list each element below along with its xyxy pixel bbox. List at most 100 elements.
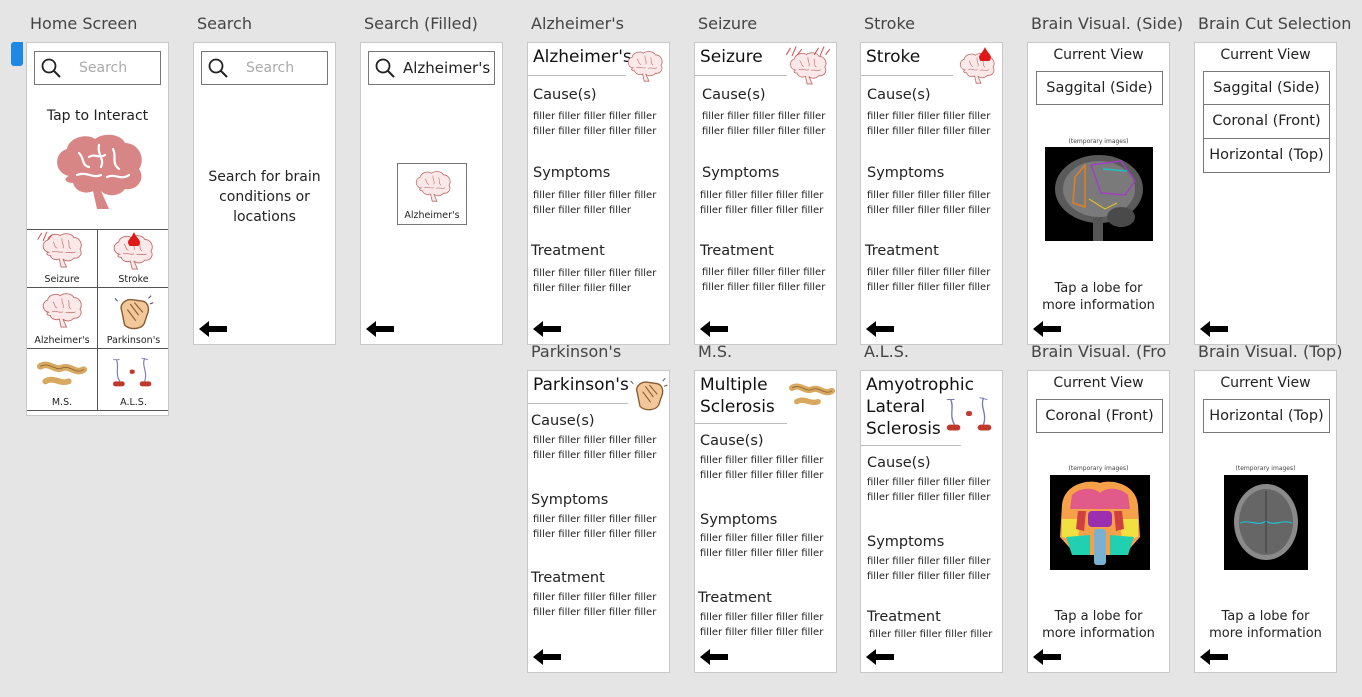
- option-saggital[interactable]: Saggital (Side): [1203, 71, 1330, 105]
- grid-cell-als[interactable]: A.L.S.: [98, 349, 168, 411]
- search-result-label: Alzheimer's: [404, 210, 460, 221]
- search-icon: [375, 58, 395, 78]
- cause-heading: Cause(s): [700, 433, 764, 449]
- temporary-images-note: (temporary images): [1068, 138, 1129, 145]
- filler-text: filler filler filler filler filler: [867, 267, 991, 278]
- filler-text: filler filler filler filler filler: [702, 282, 826, 293]
- coronal-brain-image[interactable]: [1050, 475, 1150, 570]
- grid-cell-alzheimers[interactable]: Alzheimer's: [27, 288, 98, 349]
- search-icon: [208, 58, 228, 78]
- back-arrow-icon[interactable]: [1033, 321, 1061, 337]
- sagittal-brain-image[interactable]: [1045, 147, 1153, 241]
- filler-text: filler filler filler filler filler: [533, 126, 657, 137]
- condition-title: Parkinson's: [533, 375, 629, 395]
- back-arrow-icon[interactable]: [533, 649, 561, 665]
- parkinsons-frame: Parkinson's Cause(s) filler filler fille…: [527, 370, 670, 673]
- seizure-frame: Seizure Cause(s) filler filler filler fi…: [694, 42, 837, 345]
- cause-heading: Cause(s): [531, 413, 595, 429]
- als-frame: Amyotrophic Lateral Sclerosis Cause(s) f…: [860, 370, 1003, 673]
- search-placeholder: Search: [79, 60, 128, 76]
- brain-blood-drop-icon: [957, 51, 997, 85]
- back-arrow-icon[interactable]: [700, 321, 728, 337]
- frame-label-stroke: Stroke: [864, 14, 915, 33]
- filler-text: filler filler filler filler filler: [700, 455, 824, 466]
- grid-cell-parkinsons[interactable]: Parkinson's: [98, 288, 168, 349]
- brain-icon: [413, 170, 453, 202]
- brain-front-frame: Current View Coronal (Front) (temporary …: [1027, 370, 1170, 673]
- symptoms-heading: Symptoms: [702, 165, 780, 181]
- option-horizontal[interactable]: Horizontal (Top): [1203, 139, 1330, 173]
- brain-icon: [625, 49, 665, 83]
- current-view-button[interactable]: Horizontal (Top): [1203, 399, 1330, 433]
- current-view-label: Current View: [1053, 47, 1144, 63]
- treatment-heading: Treatment: [531, 243, 605, 259]
- grid-cell-stroke[interactable]: Stroke: [98, 230, 168, 288]
- shaking-hand-icon: [112, 290, 154, 332]
- back-arrow-icon[interactable]: [1200, 649, 1228, 665]
- filler-text: filler filler filler filler filler: [700, 533, 824, 544]
- symptoms-heading: Symptoms: [700, 512, 778, 528]
- grid-label: Alzheimer's: [34, 335, 90, 346]
- back-arrow-icon[interactable]: [866, 321, 894, 337]
- title-divider: [861, 445, 961, 446]
- current-view-button[interactable]: Coronal (Front): [1036, 399, 1163, 433]
- option-coronal[interactable]: Coronal (Front): [1203, 105, 1330, 139]
- filler-text: filler filler filler filler filler: [867, 571, 991, 582]
- back-arrow-icon[interactable]: [199, 321, 227, 337]
- cause-heading: Cause(s): [867, 87, 931, 103]
- search-input[interactable]: Search: [201, 51, 328, 85]
- back-arrow-icon[interactable]: [1200, 321, 1228, 337]
- back-arrow-icon[interactable]: [1033, 649, 1061, 665]
- frame-label-brain-cut: Brain Cut Selection: [1198, 14, 1352, 33]
- brain-cut-frame: Current View Saggital (Side) Coronal (Fr…: [1194, 42, 1337, 345]
- grid-label: A.L.S.: [120, 397, 147, 408]
- filler-text: filler filler filler filler filler: [867, 190, 991, 201]
- frame-label-home: Home Screen: [30, 14, 138, 33]
- filler-text: filler filler filler filler filler: [867, 205, 991, 216]
- back-arrow-icon[interactable]: [533, 321, 561, 337]
- frame-label-alzheimers: Alzheimer's: [531, 14, 624, 33]
- grid-cell-seizure[interactable]: Seizure: [27, 230, 98, 288]
- nerve-icon: [37, 355, 87, 391]
- search-input[interactable]: Alzheimer's: [368, 51, 495, 85]
- title-divider: [695, 75, 787, 76]
- frame-label-search-filled: Search (Filled): [364, 14, 478, 33]
- condition-grid: Seizure Stroke Alzheimer's Parkinson's M…: [27, 229, 168, 415]
- cause-heading: Cause(s): [533, 87, 597, 103]
- frame-label-seizure: Seizure: [698, 14, 758, 33]
- brain-top-frame: Current View Horizontal (Top) (temporary…: [1194, 370, 1337, 673]
- current-view-button[interactable]: Saggital (Side): [1036, 71, 1163, 105]
- back-arrow-icon[interactable]: [366, 321, 394, 337]
- symptoms-heading: Symptoms: [867, 165, 945, 181]
- horizontal-brain-image[interactable]: [1224, 475, 1308, 570]
- condition-title: Alzheimer's: [533, 47, 632, 67]
- filler-text: filler filler filler filler filler: [700, 470, 824, 481]
- filler-text: filler filler filler filler filler: [867, 126, 991, 137]
- tap-to-interact-label: Tap to Interact: [46, 108, 149, 124]
- blood-drop-icon: [128, 232, 140, 246]
- filler-text: filler filler filler filler filler: [867, 556, 991, 567]
- search-query: Alzheimer's: [403, 59, 491, 77]
- frame-selection-tab[interactable]: [11, 42, 23, 66]
- filler-text: filler filler filler filler: [533, 205, 632, 216]
- condition-title: Seizure: [700, 47, 763, 67]
- filler-text: filler filler filler filler filler: [533, 190, 657, 201]
- search-result-card[interactable]: Alzheimer's: [397, 163, 467, 225]
- treatment-heading: Treatment: [867, 609, 941, 625]
- filler-text: filler filler filler filler filler: [700, 190, 824, 201]
- filler-text: filler filler filler filler filler: [869, 629, 993, 640]
- filler-text: filler filler filler filler filler: [533, 268, 657, 279]
- filler-text: filler filler filler filler filler: [533, 514, 657, 525]
- filler-text: filler filler filler filler filler: [867, 282, 991, 293]
- brain-icon[interactable]: [49, 128, 149, 214]
- back-arrow-icon[interactable]: [866, 649, 894, 665]
- grid-cell-ms[interactable]: M.S.: [27, 349, 98, 411]
- home-search-input[interactable]: Search: [34, 51, 161, 85]
- search-placeholder: Search: [246, 60, 295, 76]
- symptoms-heading: Symptoms: [531, 492, 609, 508]
- back-arrow-icon[interactable]: [700, 649, 728, 665]
- stroke-frame: Stroke Cause(s) filler filler filler fil…: [860, 42, 1003, 345]
- symptoms-heading: Symptoms: [533, 165, 611, 181]
- filler-text: filler filler filler filler: [533, 283, 632, 294]
- pulse-icon: [811, 45, 833, 59]
